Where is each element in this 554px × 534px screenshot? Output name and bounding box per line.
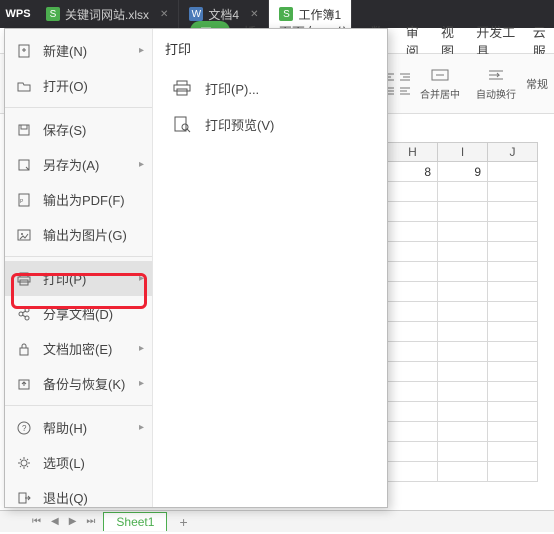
exit-icon [15, 490, 33, 506]
cell[interactable]: 9 [438, 162, 488, 182]
menu-export-pdf[interactable]: P 输出为PDF(F) [5, 182, 152, 217]
nav-last-icon[interactable]: ⏭ [84, 516, 97, 527]
menu-options[interactable]: 选项(L) [5, 445, 152, 480]
help-icon: ? [15, 420, 33, 436]
document-tab[interactable]: S 关键词网站.xlsx ✕ [36, 0, 179, 28]
divider [5, 256, 152, 257]
app-logo: WPS [0, 8, 36, 20]
col-header[interactable]: H [388, 142, 438, 162]
menu-label: 输出为PDF(F) [43, 190, 125, 209]
menu-label: 备份与恢复(K) [43, 374, 125, 393]
merge-icon [430, 66, 450, 84]
image-icon [15, 227, 33, 243]
menu-new[interactable]: 新建(N) ▸ [5, 33, 152, 68]
tab-label: 工作簿1 [298, 6, 341, 23]
svg-text:?: ? [22, 424, 27, 433]
menu-label: 保存(S) [43, 120, 86, 139]
nav-first-icon[interactable]: ⏮ [30, 516, 43, 527]
wrap-icon [486, 66, 506, 84]
menu-export-image[interactable]: 输出为图片(G) [5, 217, 152, 252]
submenu-print-preview[interactable]: 打印预览(V) [165, 106, 375, 142]
open-icon [15, 78, 33, 94]
col-header[interactable]: J [488, 142, 538, 162]
nav-next-icon[interactable]: ▶ [67, 516, 79, 527]
tab-label: 文档4 [208, 6, 239, 23]
new-icon [15, 43, 33, 59]
menu-label: 新建(N) [43, 41, 87, 60]
chevron-right-icon: ▸ [139, 343, 144, 354]
menu-label: 分享文档(D) [43, 304, 113, 323]
menu-save[interactable]: 保存(S) [5, 112, 152, 147]
nav-prev-icon[interactable]: ◀ [49, 516, 61, 527]
merge-label: 合并居中 [420, 86, 460, 101]
submenu-label: 打印(P)... [205, 79, 259, 98]
menu-save-as[interactable]: 另存为(A) ▸ [5, 147, 152, 182]
style-label: 常规 [526, 76, 548, 92]
wrap-text-button[interactable]: 自动换行 [470, 64, 522, 103]
menu-label: 文档加密(E) [43, 339, 112, 358]
saveas-icon [15, 157, 33, 173]
menu-label: 打印(P) [43, 269, 86, 288]
add-sheet-button[interactable]: + [173, 514, 193, 530]
backup-icon [15, 376, 33, 392]
format-style[interactable]: 常规 [526, 76, 548, 92]
menu-label: 打开(O) [43, 76, 88, 95]
menu-label: 输出为图片(G) [43, 225, 127, 244]
menu-exit[interactable]: 退出(Q) [5, 480, 152, 515]
cell[interactable] [388, 182, 438, 202]
file-submenu: 打印 打印(P)... 打印预览(V) [153, 29, 387, 507]
save-icon [15, 122, 33, 138]
divider [5, 107, 152, 108]
menu-label: 另存为(A) [43, 155, 99, 174]
cell[interactable]: 8 [388, 162, 438, 182]
title-bar: WPS S 关键词网站.xlsx ✕ W 文档4 ✕ S 工作簿1 [0, 0, 554, 28]
wrap-label: 自动换行 [476, 86, 516, 101]
submenu-title: 打印 [165, 39, 375, 58]
spreadsheet-icon: S [279, 7, 293, 21]
merge-center-button[interactable]: 合并居中 [414, 64, 466, 103]
menu-print[interactable]: 打印(P) ▸ [5, 261, 152, 296]
cells[interactable]: 89 [388, 162, 538, 482]
print-icon [15, 271, 33, 287]
close-icon[interactable]: ✕ [160, 9, 168, 20]
chevron-right-icon: ▸ [139, 273, 144, 284]
close-icon[interactable]: ✕ [250, 9, 258, 20]
file-menu-list: 新建(N) ▸ 打开(O) 保存(S) 另存为(A) ▸ P 输出为PDF(F) 输出… [5, 29, 153, 507]
share-icon [15, 306, 33, 322]
menu-label: 退出(Q) [43, 488, 88, 507]
lock-icon [15, 341, 33, 357]
svg-text:P: P [20, 199, 24, 205]
submenu-label: 打印预览(V) [205, 115, 274, 134]
col-header[interactable]: I [438, 142, 488, 162]
chevron-right-icon: ▸ [139, 45, 144, 56]
menu-label: 帮助(H) [43, 418, 87, 437]
document-icon: W [189, 7, 203, 21]
submenu-print[interactable]: 打印(P)... [165, 70, 375, 106]
spreadsheet-icon: S [46, 7, 60, 21]
printer-icon [171, 78, 193, 98]
menu-label: 选项(L) [43, 453, 85, 472]
chevron-right-icon: ▸ [139, 378, 144, 389]
preview-icon [171, 114, 193, 134]
tab-label: 关键词网站.xlsx [65, 6, 149, 23]
menu-encrypt[interactable]: 文档加密(E) ▸ [5, 331, 152, 366]
menu-share[interactable]: 分享文档(D) [5, 296, 152, 331]
menu-backup[interactable]: 备份与恢复(K) ▸ [5, 366, 152, 401]
divider [5, 405, 152, 406]
menu-help[interactable]: ? 帮助(H) ▸ [5, 410, 152, 445]
cell[interactable] [488, 162, 538, 182]
gear-icon [15, 455, 33, 471]
chevron-right-icon: ▸ [139, 159, 144, 170]
column-headers: H I J [388, 142, 538, 162]
chevron-right-icon: ▸ [139, 422, 144, 433]
pdf-icon: P [15, 192, 33, 208]
menu-open[interactable]: 打开(O) [5, 68, 152, 103]
file-menu-panel: 新建(N) ▸ 打开(O) 保存(S) 另存为(A) ▸ P 输出为PDF(F) 输出… [4, 28, 388, 508]
